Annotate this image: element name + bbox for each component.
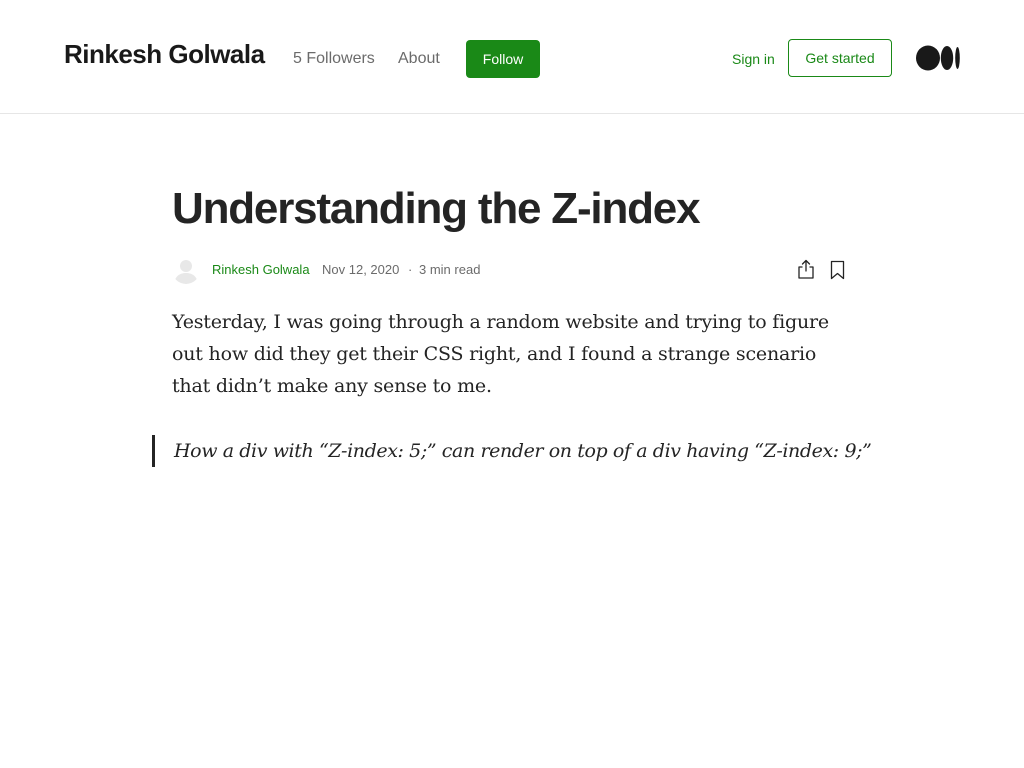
sign-in-link[interactable]: Sign in: [732, 50, 775, 68]
medium-logo-svg: [916, 45, 960, 71]
user-avatar-icon[interactable]: [172, 256, 200, 284]
medium-logo-icon[interactable]: [916, 45, 962, 71]
author-link[interactable]: Rinkesh Golwala: [212, 261, 310, 278]
read-time: 3 min read: [419, 262, 481, 277]
meta-separator: ·: [408, 262, 413, 277]
article-blockquote: How a div with “Z-index: 5;” can render …: [174, 440, 872, 462]
site-header: Rinkesh Golwala 5 Followers About Follow…: [0, 0, 1024, 114]
article-paragraph: Yesterday, I was going through a random …: [172, 311, 829, 397]
avatar-svg: [174, 260, 198, 284]
get-started-button[interactable]: Get started: [788, 39, 892, 77]
publish-date: Nov 12, 2020: [322, 262, 400, 277]
share-icon-svg: [798, 259, 814, 279]
bookmark-icon[interactable]: [829, 260, 846, 280]
bookmark-icon-svg: [830, 260, 845, 280]
blockquote-bar: [152, 435, 155, 467]
article-title: Understanding the Z-index: [172, 184, 701, 233]
followers-link[interactable]: 5 Followers: [293, 49, 375, 69]
follow-button[interactable]: Follow: [466, 40, 540, 78]
share-icon[interactable]: [796, 258, 816, 280]
publication-name[interactable]: Rinkesh Golwala: [64, 37, 265, 71]
about-link[interactable]: About: [398, 49, 440, 69]
